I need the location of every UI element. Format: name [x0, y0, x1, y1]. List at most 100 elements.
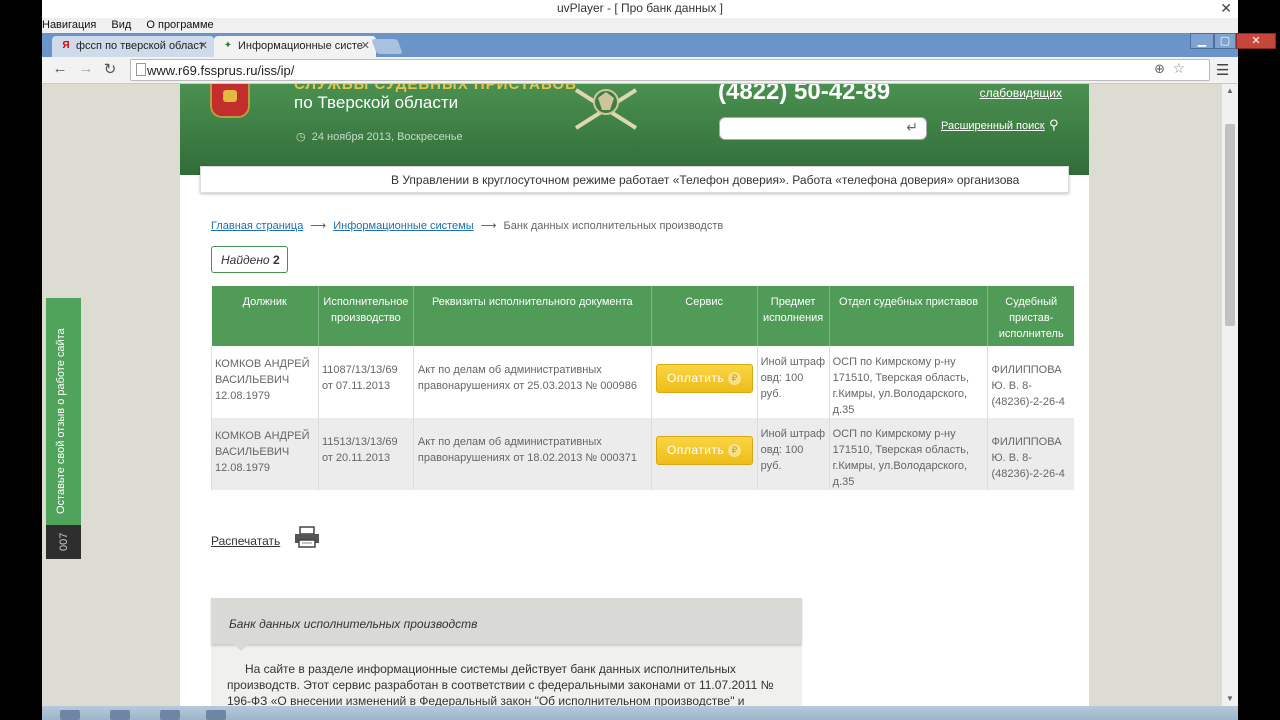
- site-header: СЛУЖБЫ СУДЕБНЫХ ПРИСТАВОВ по Тверской об…: [180, 84, 1089, 175]
- print-link[interactable]: Распечатать: [211, 534, 280, 548]
- found-label: Найдено: [221, 253, 270, 267]
- cell-subject: Иной штраф овд: 100 руб.: [756, 346, 830, 418]
- col-header-bailiff: Судебный пристав-исполнитель: [987, 286, 1074, 346]
- back-icon[interactable]: ←: [50, 60, 70, 77]
- taskbar-app-icon[interactable]: [160, 710, 180, 720]
- search-icon[interactable]: ⚲: [1049, 117, 1059, 133]
- col-header-document: Реквизиты исполнительного документа: [412, 286, 652, 346]
- about-notch: [233, 644, 249, 651]
- ruble-icon: ₽: [728, 444, 742, 457]
- news-ticker: В Управлении в круглосуточном режиме раб…: [200, 166, 1069, 193]
- found-count-badge: Найдено 2: [211, 246, 288, 273]
- minimize-button[interactable]: ▁: [1190, 33, 1214, 49]
- col-header-service: Сервис: [650, 286, 758, 346]
- taskbar: [42, 706, 1238, 720]
- col-header-proceeding: Исполнительное производство: [317, 286, 414, 346]
- player-title-bar: uvPlayer - [ Про банк данных ] ✕: [42, 0, 1238, 18]
- scroll-thumb[interactable]: [1225, 124, 1235, 326]
- cell-service: Оплатить ₽: [650, 418, 758, 490]
- col-header-debtor: Должник: [211, 286, 319, 346]
- page-content: СЛУЖБЫ СУДЕБНЫХ ПРИСТАВОВ по Тверской об…: [180, 84, 1089, 706]
- zoom-icon[interactable]: ⊕: [1154, 61, 1165, 77]
- player-close-icon[interactable]: ✕: [1220, 0, 1232, 17]
- breadcrumb-arrow: ⟶: [310, 220, 327, 232]
- new-tab-button[interactable]: [371, 39, 403, 54]
- cell-debtor: КОМКОВ АНДРЕЙ ВАСИЛЬЕВИЧ 12.08.1979: [211, 418, 319, 490]
- chrome-menu-icon[interactable]: ☰: [1216, 61, 1229, 79]
- ie-icon[interactable]: [110, 710, 130, 720]
- pay-button[interactable]: Оплатить ₽: [655, 364, 753, 393]
- org-name: по Тверской области: [294, 93, 459, 112]
- cell-document: Акт по делам об административных правона…: [412, 346, 652, 418]
- forward-icon[interactable]: →: [76, 60, 96, 77]
- org-name-top: СЛУЖБЫ СУДЕБНЫХ ПРИСТАВОВ: [294, 84, 577, 93]
- feedback-count: 007: [58, 532, 70, 551]
- tab-info-systems[interactable]: ✦ Информационные систе ✕: [214, 36, 376, 57]
- menu-item-about[interactable]: О программе: [146, 18, 213, 31]
- browser-tab-bar: Я фссп по тверской област ✕ ✦ Информацио…: [42, 33, 1276, 57]
- col-header-department: Отдел судебных приставов: [828, 286, 988, 346]
- about-text: На сайте в разделе информационные систем…: [227, 662, 774, 706]
- player-title: uvPlayer - [ Про банк данных ]: [556, 1, 724, 15]
- bookmark-star-icon[interactable]: ☆: [1172, 60, 1185, 77]
- tab-close-icon[interactable]: ✕: [199, 39, 208, 52]
- start-icon[interactable]: [60, 710, 80, 720]
- tab-close-icon[interactable]: ✕: [361, 39, 370, 52]
- cell-department: ОСП по Кимрскому р-ну 171510, Тверская о…: [828, 346, 988, 418]
- feedback-label: Оставьте свой отзыв о работе сайта: [55, 328, 67, 514]
- player-menu-bar: Навигация Вид О программе: [42, 18, 1238, 33]
- table-row: КОМКОВ АНДРЕЙ ВАСИЛЬЕВИЧ 12.08.1979 1108…: [211, 346, 1074, 418]
- hotline-phone: (4822) 50-42-89: [718, 84, 891, 105]
- breadcrumb-current: Банк данных исполнительных производств: [503, 220, 724, 232]
- col-header-subject: Предмет исполнения: [756, 286, 830, 346]
- reload-icon[interactable]: ↻: [100, 60, 120, 78]
- scroll-up-icon[interactable]: ▲: [1222, 84, 1238, 98]
- taskbar-app-icon[interactable]: [206, 710, 226, 720]
- cell-service: Оплатить ₽: [650, 346, 758, 418]
- breadcrumb-home[interactable]: Главная страница: [211, 220, 303, 232]
- site-search-input[interactable]: ↵: [719, 117, 927, 140]
- accessibility-link[interactable]: слабовидящих: [980, 86, 1062, 100]
- fssp-emblem-icon: ✦: [223, 40, 233, 51]
- breadcrumb-info-systems[interactable]: Информационные системы: [333, 220, 473, 232]
- results-table: Должник Исполнительное производство Рекв…: [211, 286, 1074, 490]
- cell-proceeding: 11087/13/13/69 от 07.11.2013: [317, 346, 414, 418]
- found-count: 2: [272, 253, 280, 267]
- browser-toolbar: ← → ↻ www.r69.fssprus.ru/iss/ip/ ⊕ ☆ ☰: [42, 57, 1238, 84]
- page-icon: [136, 63, 146, 76]
- page-viewport: СЛУЖБЫ СУДЕБНЫХ ПРИСТАВОВ по Тверской об…: [42, 84, 1222, 706]
- printer-icon[interactable]: [294, 526, 320, 548]
- close-button[interactable]: ✕: [1236, 33, 1276, 49]
- feedback-counter: 007: [46, 525, 81, 559]
- menu-item-view[interactable]: Вид: [111, 18, 131, 31]
- pay-label: Оплатить: [667, 443, 725, 457]
- tab-fssp-search[interactable]: Я фссп по тверской област ✕: [52, 36, 214, 57]
- menu-item-navigation[interactable]: Навигация: [42, 18, 96, 31]
- scroll-down-icon[interactable]: ▼: [1222, 692, 1238, 706]
- maximize-button[interactable]: ▢: [1214, 33, 1236, 49]
- date-text: 24 ноября 2013, Воскресенье: [311, 131, 463, 143]
- address-bar[interactable]: www.r69.fssprus.ru/iss/ip/ ⊕ ☆: [130, 59, 1210, 81]
- table-header-row: Должник Исполнительное производство Рекв…: [211, 286, 1074, 346]
- yandex-icon: Я: [62, 40, 70, 51]
- enter-icon[interactable]: ↵: [906, 119, 918, 136]
- screen: uvPlayer - [ Про банк данных ] ✕ Навигац…: [0, 0, 1280, 720]
- advanced-search-link[interactable]: Расширенный поиск: [941, 120, 1045, 132]
- cell-document: Акт по делам об административных правона…: [412, 418, 652, 490]
- pay-label: Оплатить: [667, 371, 725, 385]
- vertical-scrollbar[interactable]: ▲ ▼: [1222, 84, 1238, 706]
- cell-subject: Иной штраф овд: 100 руб.: [756, 418, 830, 490]
- cell-bailiff: ФИЛИППОВА Ю. В. 8-(48236)-2-26-4: [987, 346, 1074, 418]
- about-section: Банк данных исполнительных производств Н…: [211, 598, 802, 706]
- pay-button[interactable]: Оплатить ₽: [655, 436, 753, 465]
- cell-debtor: КОМКОВ АНДРЕЙ ВАСИЛЬЕВИЧ 12.08.1979: [211, 346, 319, 418]
- feedback-tab[interactable]: Оставьте свой отзыв о работе сайта: [46, 298, 81, 525]
- breadcrumb: Главная страница ⟶ Информационные систем…: [211, 219, 723, 232]
- current-date: ◷ 24 ноября 2013, Воскресенье: [296, 130, 463, 143]
- table-row: КОМКОВ АНДРЕЙ ВАСИЛЬЕВИЧ 12.08.1979 1151…: [211, 418, 1074, 490]
- tab-label: Информационные систе: [238, 40, 363, 52]
- ruble-icon: ₽: [728, 372, 742, 385]
- cell-department: ОСП по Кимрскому р-ну 171510, Тверская о…: [828, 418, 988, 490]
- ticker-text: В Управлении в круглосуточном режиме раб…: [391, 173, 1020, 187]
- cell-proceeding: 11513/13/13/69 от 20.11.2013: [317, 418, 414, 490]
